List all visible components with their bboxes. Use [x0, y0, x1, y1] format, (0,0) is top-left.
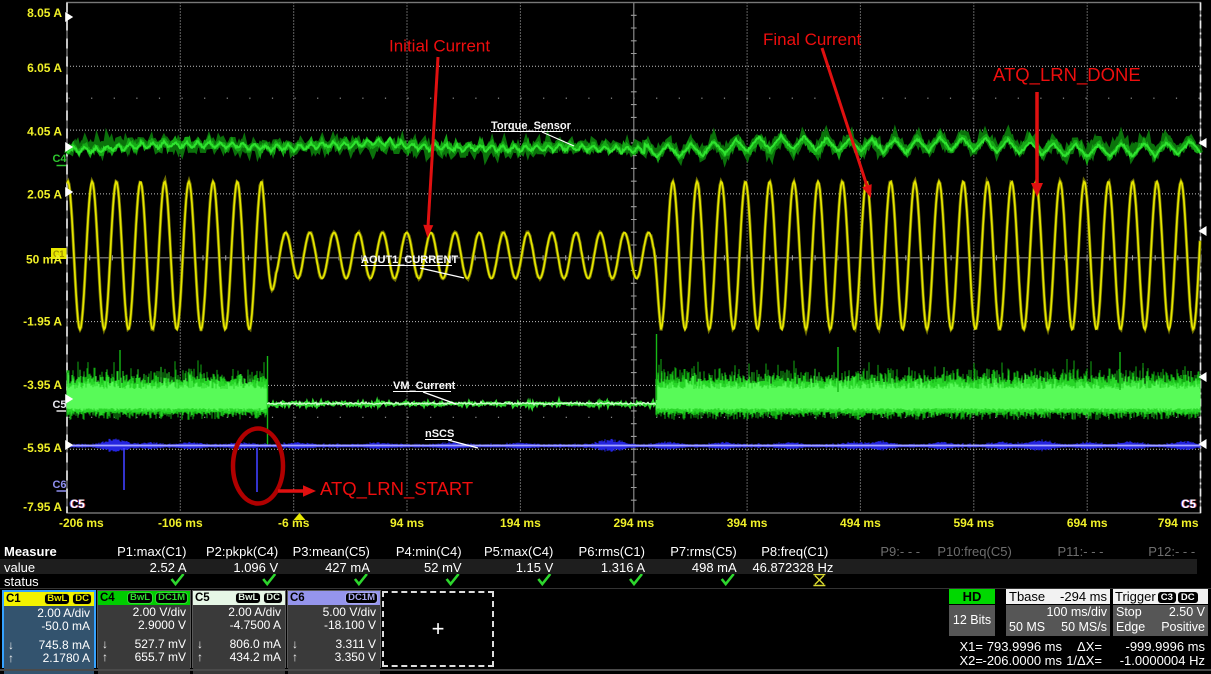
svg-text:-106 ms: -106 ms: [158, 516, 203, 530]
svg-text:C5: C5: [70, 499, 85, 511]
svg-text:AOUT1_CURRENT: AOUT1_CURRENT: [361, 254, 458, 266]
svg-text:ATQ_LRN_DONE: ATQ_LRN_DONE: [993, 64, 1141, 86]
svg-text:-7.95 A: -7.95 A: [23, 500, 62, 514]
svg-text:-1.95 A: -1.95 A: [23, 315, 62, 329]
svg-text:-3.95 A: -3.95 A: [23, 378, 62, 392]
svg-text:nSCS: nSCS: [425, 428, 454, 440]
svg-text:50 mA: 50 mA: [26, 253, 62, 267]
svg-text:Torque_Sensor: Torque_Sensor: [491, 120, 572, 132]
svg-text:194 ms: 194 ms: [500, 516, 541, 530]
svg-text:C4: C4: [52, 153, 67, 165]
svg-text:-6 ms: -6 ms: [278, 516, 310, 530]
svg-text:2.05 A: 2.05 A: [27, 188, 62, 202]
svg-text:-5.95 A: -5.95 A: [23, 441, 62, 455]
svg-text:-206 ms: -206 ms: [59, 516, 104, 530]
svg-text:C6: C6: [52, 479, 66, 491]
svg-text:8.05 A: 8.05 A: [27, 6, 62, 20]
svg-text:Initial Current: Initial Current: [389, 37, 490, 56]
svg-text:94 ms: 94 ms: [390, 516, 424, 530]
svg-text:494 ms: 494 ms: [840, 516, 881, 530]
svg-text:794 ms: 794 ms: [1158, 516, 1199, 530]
svg-text:394 ms: 394 ms: [727, 516, 768, 530]
svg-text:ATQ_LRN_START: ATQ_LRN_START: [320, 478, 473, 500]
svg-text:Final Current: Final Current: [763, 30, 862, 49]
svg-text:VM_Current: VM_Current: [393, 380, 456, 392]
svg-text:C5: C5: [52, 399, 66, 411]
svg-text:4.05 A: 4.05 A: [27, 125, 62, 139]
svg-text:294 ms: 294 ms: [613, 516, 654, 530]
svg-text:6.05 A: 6.05 A: [27, 61, 62, 75]
svg-text:C5: C5: [1181, 499, 1196, 511]
svg-text:694 ms: 694 ms: [1067, 516, 1108, 530]
svg-text:594 ms: 594 ms: [953, 516, 994, 530]
